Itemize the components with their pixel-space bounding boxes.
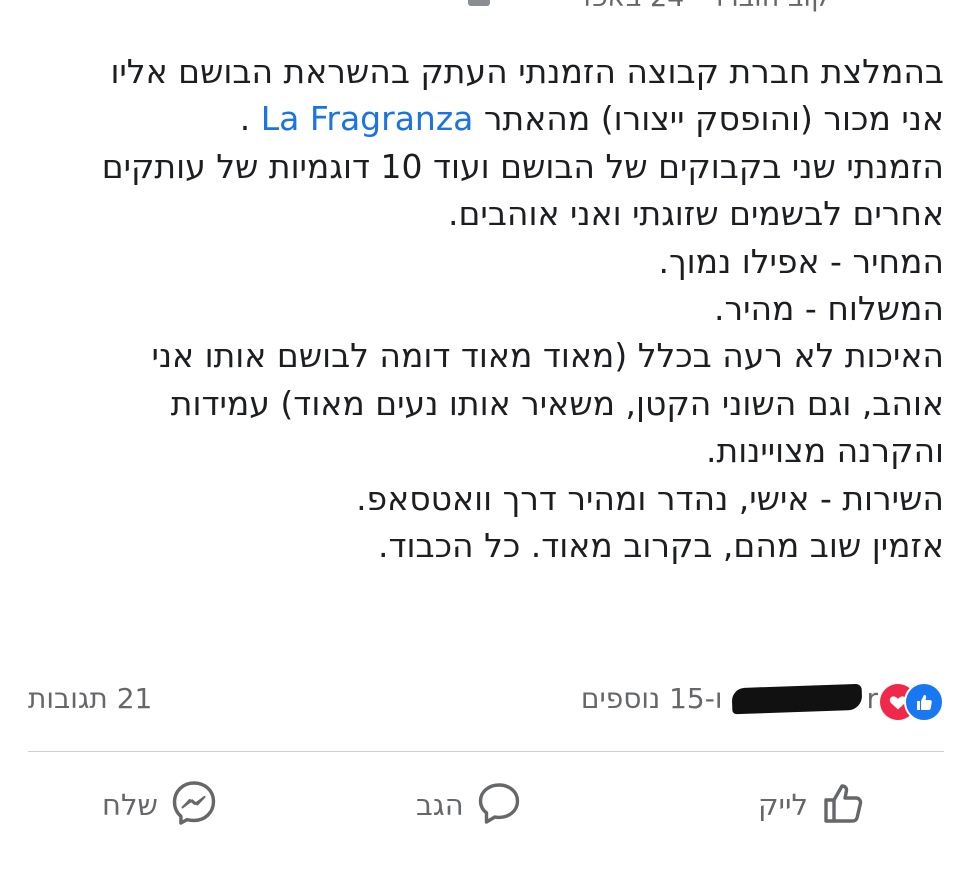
thumbs-up-icon <box>820 779 868 831</box>
post-line: השירות - אישי, נהדר ומהיר דרך וואטסאפ. <box>356 478 944 518</box>
author-and-date: קוב הוברוי · 24 באפו <box>583 0 830 13</box>
reaction-icons[interactable] <box>878 682 944 722</box>
post-paragraph-first: בהמלצת חברת קבוצה הזמנתי העתק בהשראת הבו… <box>64 48 944 143</box>
reactions-summary: r ו-15 נוספים 21 תגובות <box>28 680 944 722</box>
comments-count[interactable]: 21 תגובות <box>28 682 152 715</box>
like-reaction-icon <box>904 682 944 722</box>
post-line: אזמין שוב מהם, בקרוב מאוד. כל הכבוד. <box>378 526 944 566</box>
speech-bubble-icon <box>476 780 522 830</box>
post-text-segment: בהמלצת חברת קבוצה הזמנתי העתק בהשראת הבו… <box>110 52 944 139</box>
comment-button[interactable]: הגב <box>416 770 522 840</box>
store-link[interactable]: La Fragranza <box>261 99 474 138</box>
post-text: בהמלצת חברת קבוצה הזמנתי העתק בהשראת הבו… <box>64 48 944 569</box>
send-button[interactable]: שלח <box>102 770 218 840</box>
post-line: הזמנתי שני בקבוקים של הבושם ועוד 10 דוגמ… <box>101 146 944 234</box>
post-line: האיכות לא רעה בכלל (מאוד מאוד דומה לבושם… <box>151 336 944 471</box>
reactor-name-partial: r <box>866 682 878 715</box>
like-label: לייק <box>757 788 808 822</box>
divider <box>28 751 944 752</box>
post-line: המחיר - אפילו נמוך. <box>658 241 944 281</box>
post-actions: לייק הגב שלח <box>28 770 944 840</box>
messenger-icon <box>170 779 218 831</box>
post-line: המשלוח - מהיר. <box>713 289 944 329</box>
post-header: קוב הוברוי · 24 באפו <box>0 0 972 13</box>
send-label: שלח <box>102 788 158 822</box>
privacy-icon <box>468 0 490 6</box>
reactors-text[interactable]: r ו-15 נוספים <box>581 682 878 715</box>
like-button[interactable]: לייק <box>758 770 868 840</box>
redacted-name <box>732 683 863 714</box>
reactors-others: ו-15 נוספים <box>580 682 723 715</box>
comment-label: הגב <box>416 788 464 822</box>
post-text-segment: . <box>239 99 261 139</box>
